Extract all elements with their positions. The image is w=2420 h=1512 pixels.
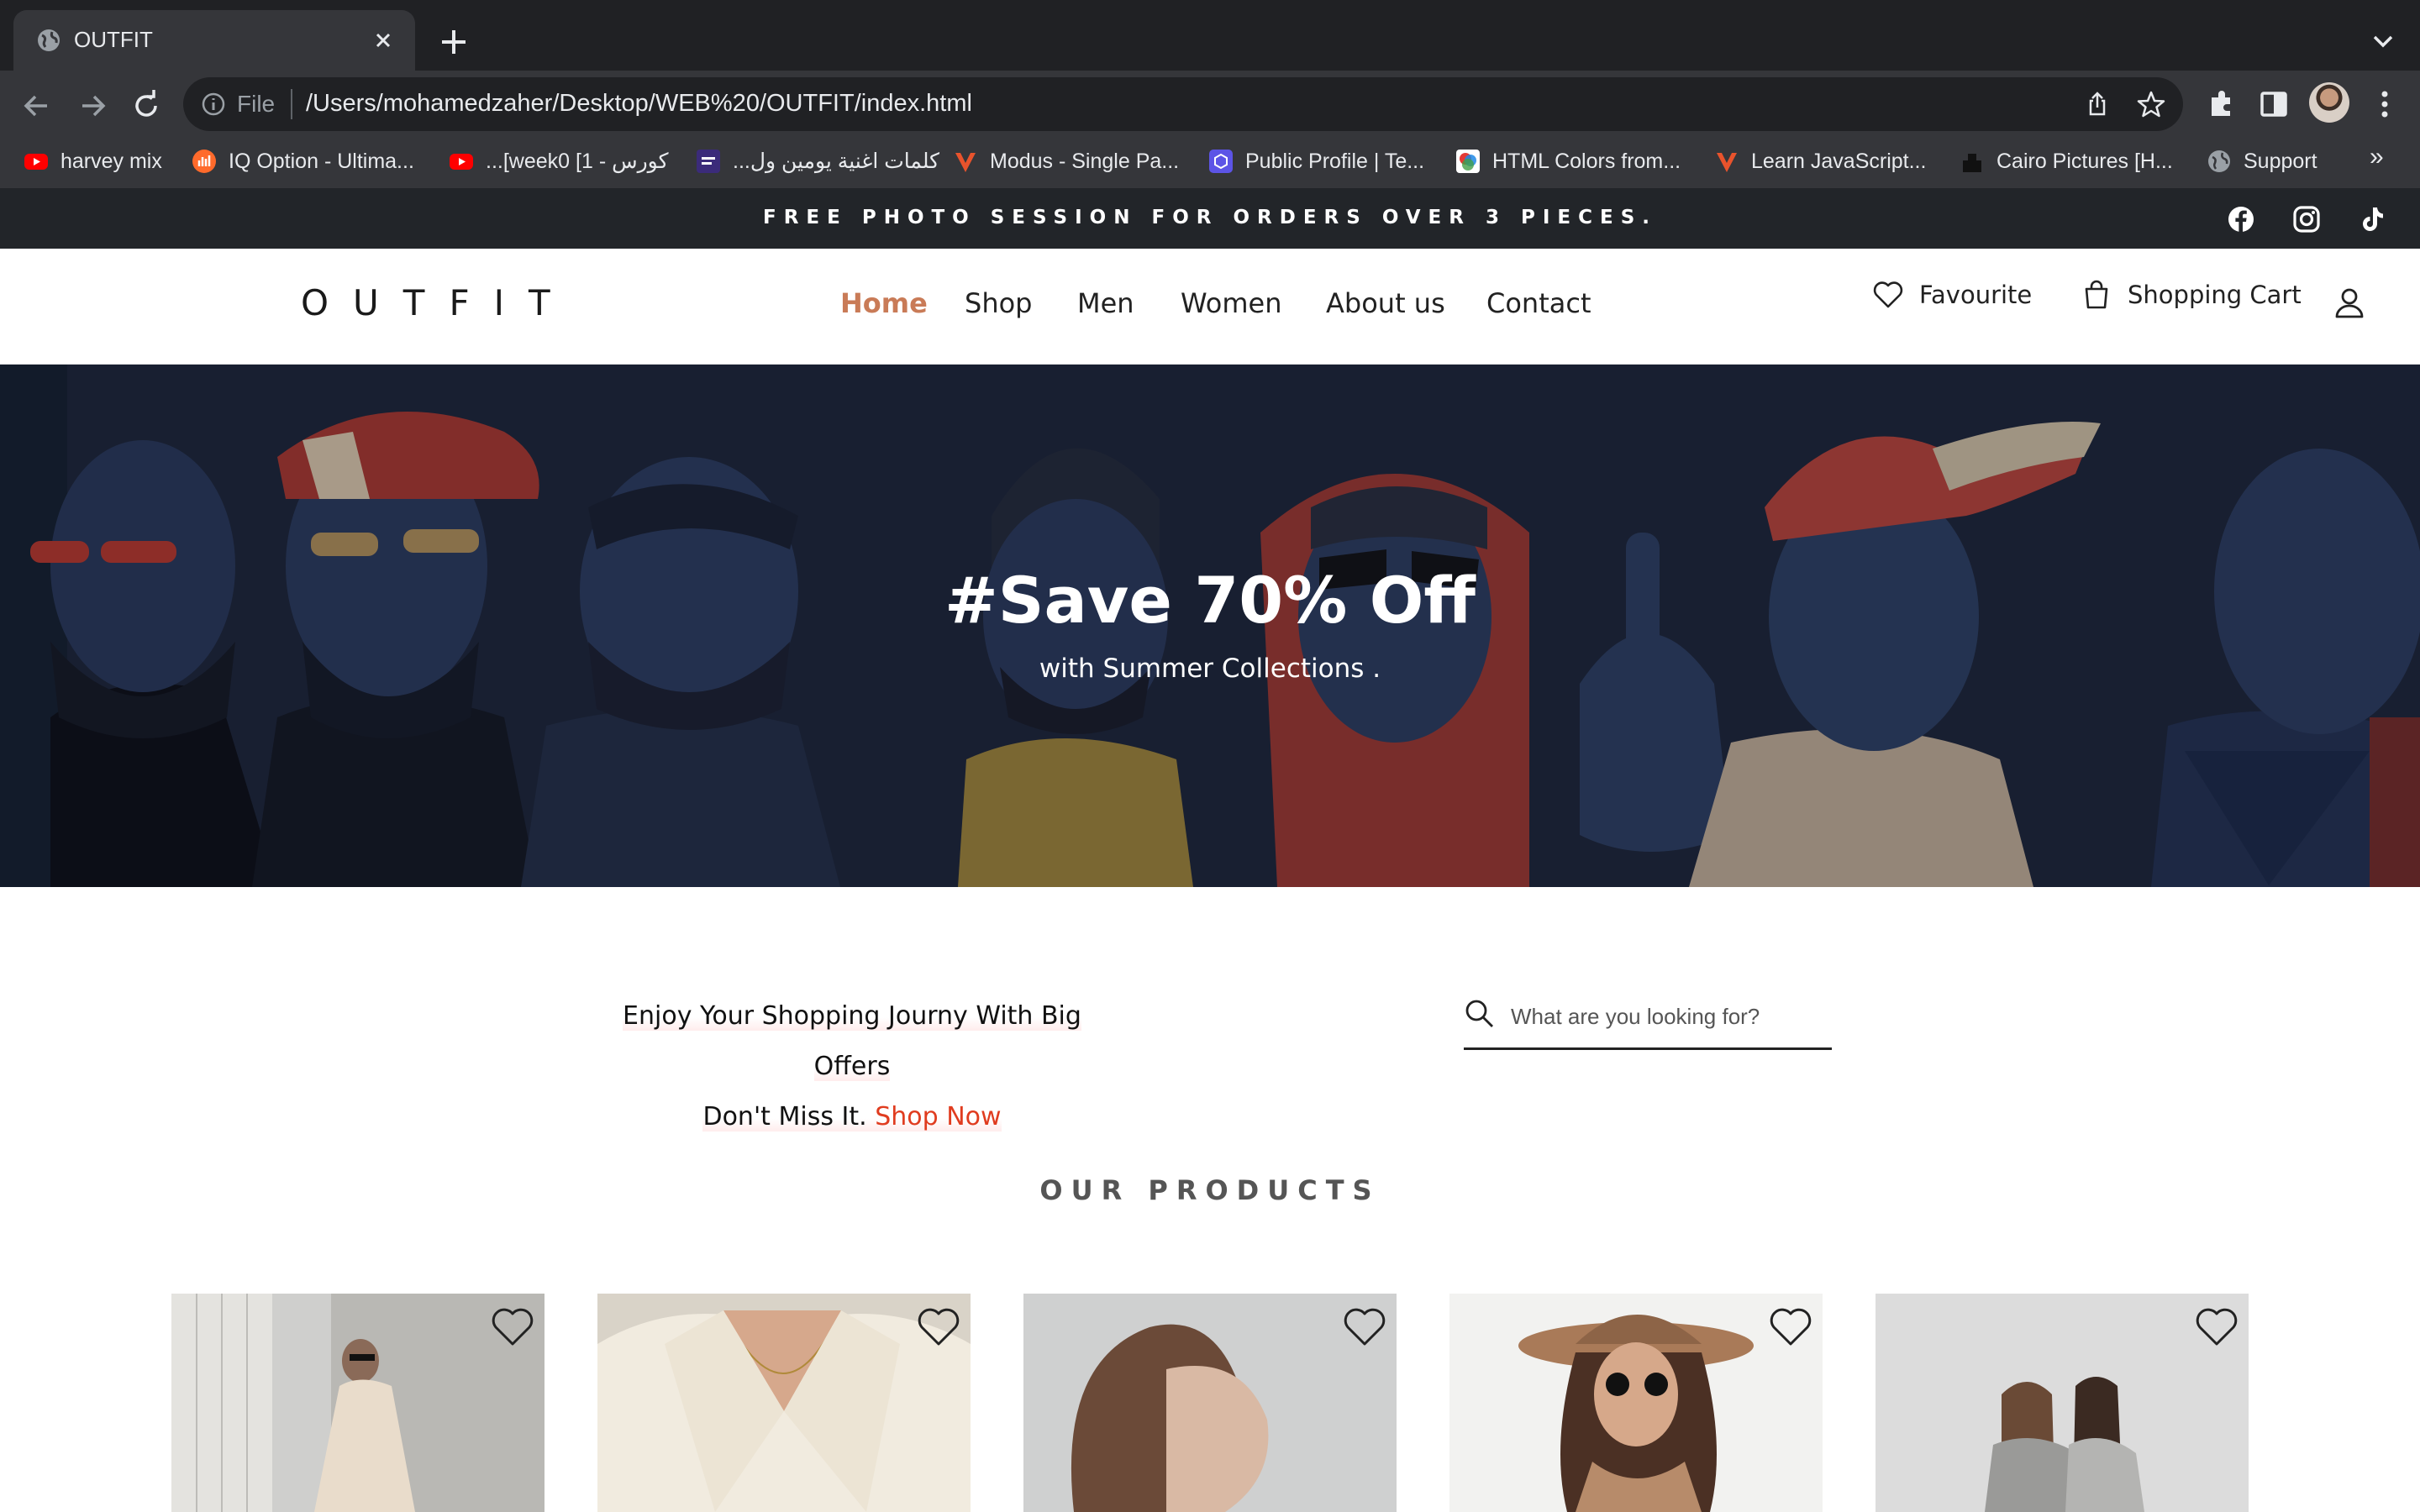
bookmark-label: Public Profile | Te...: [1245, 149, 1425, 173]
bookmark-item[interactable]: كلمات اغنية يومين ول...: [696, 144, 939, 178]
product-card[interactable]: [1876, 1294, 2249, 1512]
tiktok-icon[interactable]: [2358, 205, 2386, 234]
close-tab-icon[interactable]: [370, 27, 397, 54]
shop-now-link[interactable]: Shop Now: [875, 1102, 1001, 1131]
favourite-button[interactable]: Favourite: [1872, 279, 2032, 311]
facebook-icon[interactable]: [2227, 205, 2255, 234]
heart-icon[interactable]: [1341, 1304, 1388, 1351]
iq-option-icon: [192, 150, 216, 173]
youtube-icon: [24, 154, 48, 170]
info-icon[interactable]: [200, 91, 227, 118]
promo-line-2: Don't Miss It.: [702, 1102, 867, 1131]
bookmark-item[interactable]: Cairo Pictures [H...: [1960, 144, 2173, 178]
site-header: OUTFIT Home Shop Men Women About us Cont…: [0, 249, 2420, 365]
bookmark-item[interactable]: Modus - Single Pa...: [953, 144, 1179, 178]
nav-men[interactable]: Men: [1077, 287, 1134, 319]
heart-icon[interactable]: [1767, 1304, 1814, 1351]
bookmark-label: كورس - 1] week0]...: [486, 150, 669, 173]
globe-icon: [38, 29, 60, 51]
tab-title: OUTFIT: [74, 27, 153, 52]
search-icon[interactable]: [1464, 998, 1496, 1030]
shopping-cart-button[interactable]: Shopping Cart: [2081, 279, 2302, 311]
bookmark-item[interactable]: HTML Colors from...: [1455, 144, 1681, 178]
site-logo[interactable]: OUTFIT: [301, 282, 575, 323]
instagram-icon[interactable]: [2292, 205, 2321, 234]
nav-home[interactable]: Home: [840, 287, 928, 319]
bookmarks-overflow-button[interactable]: »: [2370, 143, 2384, 171]
address-url[interactable]: /Users/mohamedzaher/Desktop/WEB%20/OUTFI…: [306, 90, 972, 118]
announcement-text: FREE PHOTO SESSION FOR ORDERS OVER 3 PIE…: [762, 207, 1658, 228]
cairo-pictures-icon: [1963, 154, 1981, 172]
nav-women[interactable]: Women: [1181, 287, 1281, 319]
browser-tab-strip: OUTFIT: [0, 0, 2420, 71]
learn-js-icon: [1717, 153, 1737, 172]
bookmark-item[interactable]: Public Profile | Te...: [1208, 144, 1424, 178]
product-card[interactable]: [1449, 1294, 1823, 1512]
address-divider: [291, 89, 292, 119]
shopping-bag-icon: [2085, 280, 2108, 309]
bookmark-item[interactable]: كورس - 1] week0]...: [449, 144, 669, 178]
hero-title: #Save 70% Off: [944, 563, 1476, 638]
hero-subtitle: with Summer Collections .: [1039, 654, 1381, 684]
bookmark-label: Cairo Pictures [H...: [1996, 149, 2173, 173]
promo-text: Enjoy Your Shopping Journy With Big Offe…: [583, 991, 1121, 1142]
heart-icon[interactable]: [489, 1304, 536, 1351]
heart-icon: [1873, 281, 1903, 308]
bookmark-label: HTML Colors from...: [1492, 149, 1681, 173]
address-scheme-label: File: [237, 91, 276, 117]
bookmark-label: Learn JavaScript...: [1751, 149, 1927, 173]
bookmark-item[interactable]: Support: [2207, 144, 2317, 178]
bookmark-item[interactable]: Learn JavaScript...: [1714, 144, 1926, 178]
bookmark-star-icon[interactable]: [2136, 89, 2166, 119]
back-icon[interactable]: [17, 86, 57, 126]
nav-shop[interactable]: Shop: [965, 287, 1032, 319]
profile-avatar[interactable]: [2309, 82, 2349, 123]
reload-icon[interactable]: [126, 86, 166, 126]
product-card[interactable]: [171, 1294, 544, 1512]
favourite-label: Favourite: [1919, 281, 2033, 309]
browser-toolbar: File /Users/mohamedzaher/Desktop/WEB%20/…: [0, 71, 2420, 200]
youtube-icon: [450, 154, 473, 170]
html-colors-icon: [1456, 150, 1480, 173]
product-search: [1464, 991, 1832, 1050]
forward-icon[interactable]: [72, 86, 113, 126]
profile-site-icon: [1209, 150, 1233, 173]
products-section-title: OUR PRODUCTS: [1039, 1174, 1381, 1206]
hero-banner: #Save 70% Off with Summer Collections .: [0, 365, 2420, 887]
heart-icon[interactable]: [915, 1304, 962, 1351]
chevron-down-icon[interactable]: [2368, 29, 2398, 54]
bookmark-label: harvey mix: [60, 149, 162, 173]
bookmark-label: Modus - Single Pa...: [990, 149, 1180, 173]
search-input[interactable]: [1511, 1000, 1822, 1033]
modus-icon: [955, 153, 976, 172]
shopping-cart-label: Shopping Cart: [2128, 281, 2302, 309]
product-card[interactable]: [597, 1294, 971, 1512]
bookmark-item[interactable]: harvey mix: [24, 144, 162, 178]
side-panel-icon[interactable]: [2255, 86, 2292, 123]
share-icon[interactable]: [2084, 91, 2111, 118]
browser-tab[interactable]: OUTFIT: [13, 10, 415, 71]
bookmark-item[interactable]: IQ Option - Ultima...: [192, 144, 414, 178]
user-account-icon[interactable]: [2333, 286, 2366, 319]
announcement-bar: FREE PHOTO SESSION FOR ORDERS OVER 3 PIE…: [0, 188, 2420, 249]
bookmark-label: Support: [2244, 149, 2317, 173]
bookmark-label: IQ Option - Ultima...: [229, 149, 414, 173]
heart-icon[interactable]: [2193, 1304, 2240, 1351]
promo-line-1: Enjoy Your Shopping Journy With Big Offe…: [623, 1001, 1081, 1081]
bookmark-label: كلمات اغنية يومين ول...: [733, 150, 940, 173]
extensions-icon[interactable]: [2203, 86, 2240, 123]
lyrics-site-icon: [697, 150, 720, 173]
more-menu-icon[interactable]: [2366, 86, 2403, 123]
new-tab-icon[interactable]: [437, 25, 471, 59]
nav-about-us[interactable]: About us: [1326, 287, 1445, 319]
address-bar[interactable]: File /Users/mohamedzaher/Desktop/WEB%20/…: [183, 77, 2183, 131]
globe-icon: [2208, 150, 2230, 172]
nav-contact[interactable]: Contact: [1486, 287, 1591, 319]
product-card[interactable]: [1023, 1294, 1397, 1512]
